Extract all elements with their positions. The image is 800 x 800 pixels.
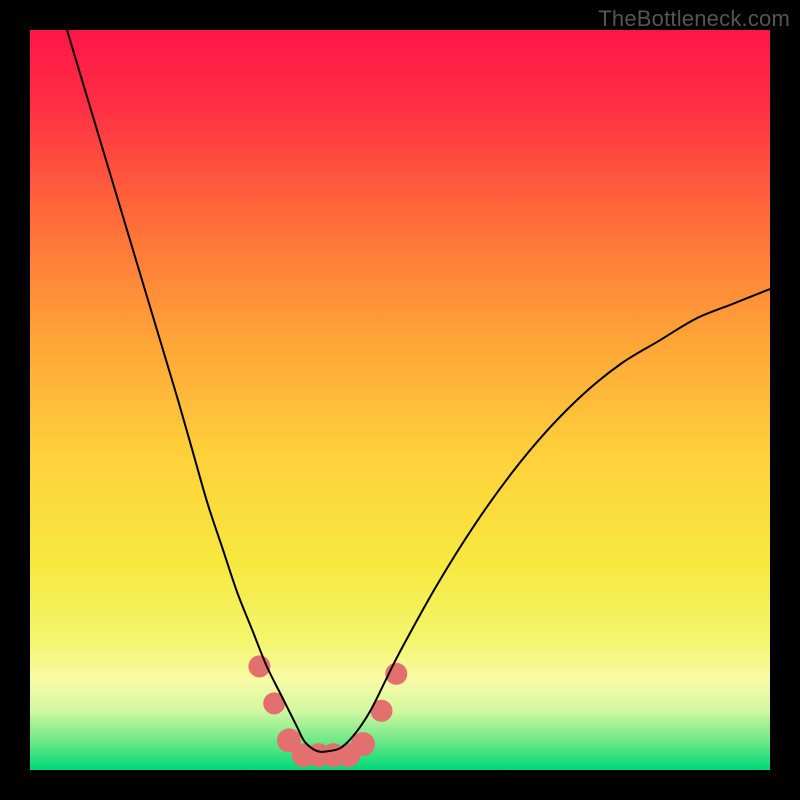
watermark-text: TheBottleneck.com bbox=[598, 6, 790, 32]
chart-svg bbox=[30, 30, 770, 770]
plot-area bbox=[30, 30, 770, 770]
chart-container: TheBottleneck.com bbox=[0, 0, 800, 800]
gradient-background bbox=[30, 30, 770, 770]
